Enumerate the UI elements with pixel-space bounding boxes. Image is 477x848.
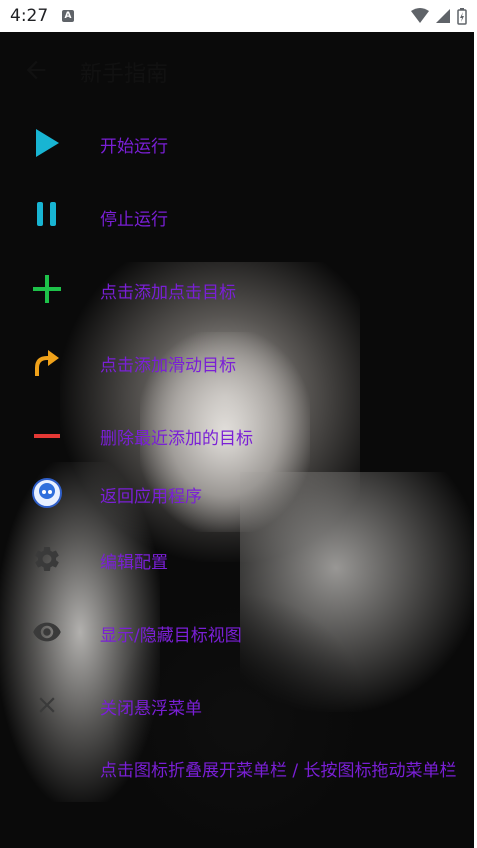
status-icons [411,8,467,25]
pause-icon [30,197,64,231]
status-bar: 4:27 A [0,0,477,32]
eye-icon [30,615,64,649]
menu-item-close-menu[interactable]: 关闭悬浮菜单 [0,686,474,726]
menu-label-add-click: 点击添加点击目标 [100,283,236,303]
menu-item-return-app[interactable]: 返回应用程序 [0,474,474,514]
arrow-left-icon[interactable] [22,56,50,84]
menu-item-add-swipe[interactable]: 点击添加滑动目标 [0,343,474,383]
menu-item-stop[interactable]: 停止运行 [0,197,474,237]
menu-label-return-app: 返回应用程序 [100,487,202,507]
menu-item-remove-last[interactable]: 删除最近添加的目标 [0,416,474,456]
menu-label-add-swipe: 点击添加滑动目标 [100,356,236,376]
minus-icon [30,418,64,452]
play-icon [30,126,64,160]
menu-label-toggle-view: 显示/隐藏目标视图 [100,626,242,646]
menu-label-start: 开始运行 [100,137,168,157]
menu-item-start[interactable]: 开始运行 [0,124,474,164]
menu-label-close-menu: 关闭悬浮菜单 [100,699,202,719]
page-title: 新手指南 [80,62,169,87]
menu-label-remove-last: 删除最近添加的目标 [100,429,253,449]
guide-screen: 新手指南 开始运行 停止运行 点击添加点击目标 点击添加滑动目标 删除最近添加的… [0,32,474,848]
notification-badge: A [62,10,74,22]
battery-icon [457,8,467,25]
menu-label-edit-config: 编辑配置 [100,553,168,573]
app-bar: 新手指南 [0,32,474,108]
gear-icon [30,542,64,576]
swipe-arrow-icon [30,345,64,379]
wifi-icon [411,8,429,23]
menu-label-stop: 停止运行 [100,210,168,230]
menu-hint-text: 点击图标折叠展开菜单栏 / 长按图标拖动菜单栏 [100,761,457,781]
close-icon [30,688,64,722]
menu-item-toggle-view[interactable]: 显示/隐藏目标视图 [0,613,474,653]
menu-item-add-click[interactable]: 点击添加点击目标 [0,270,474,310]
plus-icon [30,272,64,306]
app-avatar-icon [30,476,64,510]
signal-icon [436,9,450,23]
menu-item-edit-config[interactable]: 编辑配置 [0,540,474,580]
status-time: 4:27 [10,6,49,26]
